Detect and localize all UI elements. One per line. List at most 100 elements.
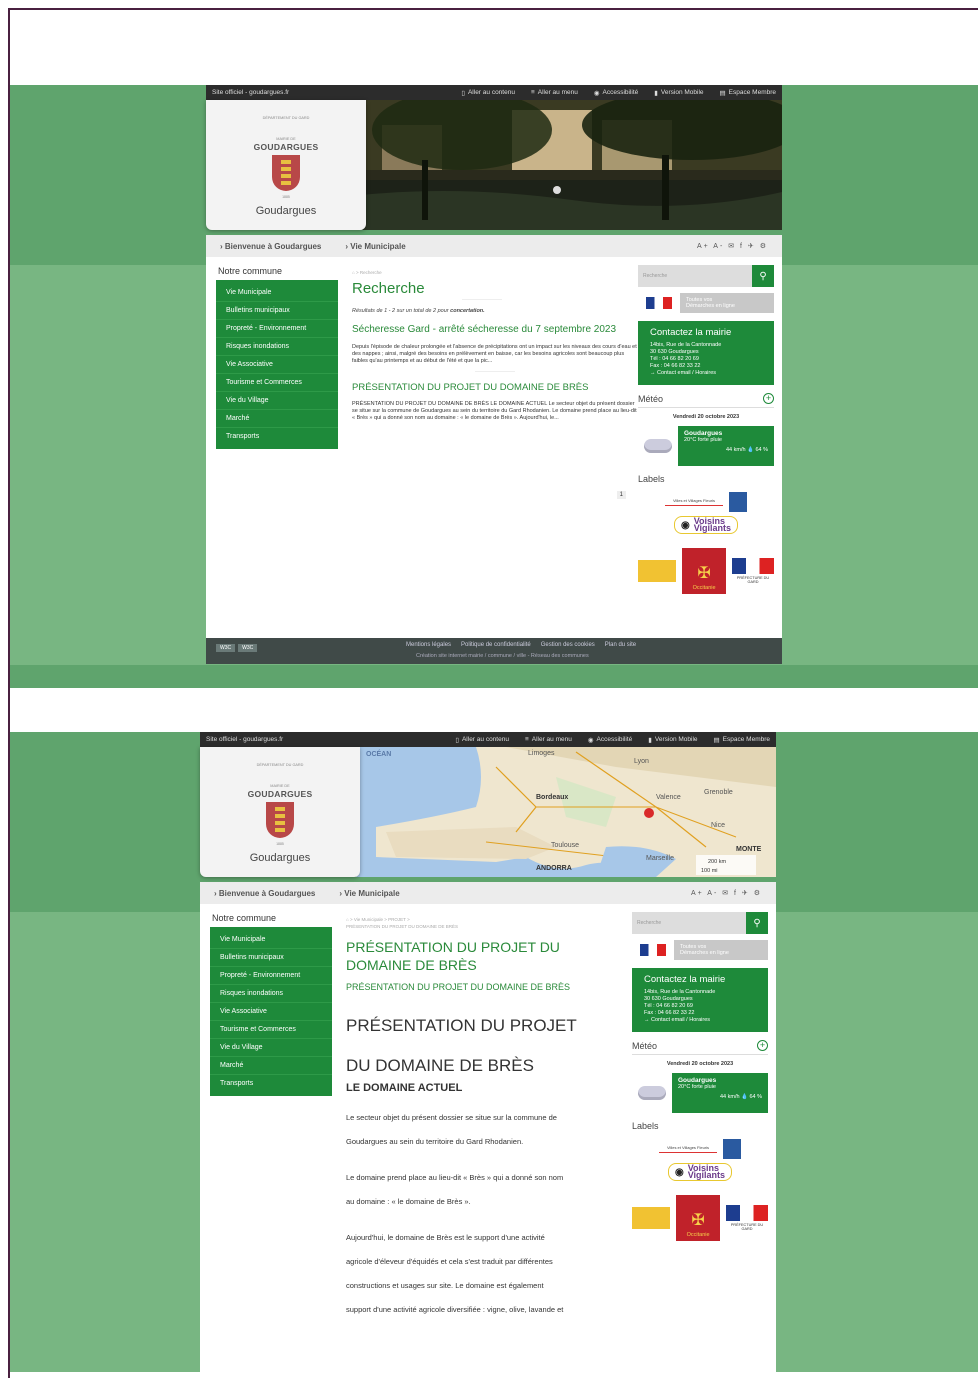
skip-menu-link[interactable]: ≡ Aller au menu [525, 736, 572, 743]
voisins-vigilants-label[interactable]: ◉ Voisins Vigilants [673, 516, 739, 534]
breadcrumb[interactable]: ⌂ > Recherche [352, 269, 638, 276]
sidebar-item-tourisme[interactable]: Tourisme et Commerces [210, 1021, 332, 1039]
sidebar-item-marche[interactable]: Marché [216, 410, 338, 428]
eye-icon: ◉ [587, 736, 594, 744]
member-area-link[interactable]: ▤ Espace Membre [714, 736, 770, 744]
french-flag-icon [640, 944, 666, 956]
nav-item-municipal[interactable]: › Vie Municipale [339, 889, 399, 898]
sidebar-item-proprete[interactable]: Propreté - Environnement [216, 320, 338, 338]
logo-name: Goudargues [249, 852, 311, 864]
share-tools[interactable]: A+ A- ✉ f ✈ ⚙ [691, 889, 762, 897]
villes-fleuris-label[interactable]: Villes et Villages Fleuris [659, 1145, 717, 1153]
w3c-css-badge[interactable]: W3C [216, 644, 236, 652]
plus-icon[interactable]: + [763, 393, 774, 404]
footer-link-legal[interactable]: Mentions légales [406, 642, 451, 648]
site-logo[interactable]: DÉPARTEMENT DU GARD MAIRIE DE GOUDARGUES… [200, 747, 360, 877]
prefecture-logo[interactable]: PRÉFECTURE DU GARD [732, 558, 774, 584]
sidebar-item-tourisme[interactable]: Tourisme et Commerces [216, 374, 338, 392]
yellow-label-icon[interactable] [638, 560, 677, 582]
map-label-valence: Valence [656, 794, 681, 801]
sidebar-item-bulletins[interactable]: Bulletins municipaux [210, 949, 332, 967]
share-tools[interactable]: A+ A- ✉ f ✈ ⚙ [697, 242, 768, 250]
sidebar-item-bulletins[interactable]: Bulletins municipaux [216, 302, 338, 320]
w3c-xhtml-badge[interactable]: W3C [238, 644, 258, 652]
doc-icon: ▯ [461, 89, 465, 97]
villes-fleuris-label[interactable]: Villes et Villages Fleuris [665, 498, 723, 506]
online-procedures[interactable]: Toutes vos Démarches en ligne [638, 293, 774, 313]
sidebar-item-proprete[interactable]: Propreté - Environnement [210, 967, 332, 985]
search-button[interactable]: ⚲ [752, 265, 774, 287]
accessibility-link[interactable]: ◉ Accessibilité [594, 89, 638, 97]
skip-content-link[interactable]: ▯ Aller au contenu [455, 736, 509, 744]
vigil-word-2: Vigilants [687, 1170, 726, 1180]
header-photo [362, 100, 782, 230]
nav-item-welcome[interactable]: › Bienvenue à Goudargues [214, 889, 315, 898]
search-input[interactable]: Recherche [632, 912, 746, 934]
plus-icon[interactable]: + [757, 1040, 768, 1051]
nav-item-welcome[interactable]: › Bienvenue à Goudargues [220, 242, 321, 251]
labels-heading: Labels [632, 1121, 659, 1131]
map-scale-km: 200 km [708, 859, 726, 865]
link-label: Version Mobile [660, 89, 704, 96]
map-scale-mi: 100 mi [701, 868, 718, 874]
sidebar-item-marche[interactable]: Marché [210, 1057, 332, 1075]
sidebar-item-vie-village[interactable]: Vie du Village [216, 392, 338, 410]
sidebar-item-vie-associative[interactable]: Vie Associative [216, 356, 338, 374]
site-footer: W3C W3C Mentions légales Politique de con… [206, 638, 782, 664]
coat-of-arms-icon [266, 802, 294, 838]
label-badge-icon[interactable] [729, 492, 747, 512]
mobile-version-link[interactable]: ▮ Version Mobile [654, 89, 703, 97]
voisins-vigilants-label[interactable]: ◉ Voisins Vigilants [667, 1163, 733, 1181]
meteo-header: Météo + [632, 1040, 768, 1055]
contact-email-link[interactable]: → Contact email / Horaires [644, 1017, 756, 1024]
pagination-page[interactable]: 1 [616, 491, 626, 499]
results-prefix: Résultats de 1 - 2 sur un total de 2 pou… [352, 308, 449, 314]
search-input[interactable]: Recherche [638, 265, 752, 287]
footer-link-cookies[interactable]: Gestion des cookies [541, 642, 595, 648]
map-label-toulouse: Toulouse [551, 842, 579, 849]
map-label-nice: Nice [711, 822, 725, 829]
sidebar-item-vie-municipale[interactable]: Vie Municipale [210, 931, 332, 949]
site-logo[interactable]: DÉPARTEMENT DU GARD MAIRIE DE GOUDARGUES… [206, 100, 366, 230]
article-heading-line-2: DU DOMAINE DE BRÈS [346, 1056, 534, 1075]
sidebar-item-vie-associative[interactable]: Vie Associative [210, 1003, 332, 1021]
sidebar-item-risques[interactable]: Risques inondations [216, 338, 338, 356]
nav-item-municipal[interactable]: › Vie Municipale [345, 242, 405, 251]
prefecture-logo[interactable]: PRÉFECTURE DU GARD [726, 1205, 768, 1231]
procedures-line-2: Démarches en ligne [680, 950, 729, 956]
main-column: ⌂ > Vie Municipale > PROJET > PRÉSENTATI… [346, 916, 626, 1322]
footer-link-privacy[interactable]: Politique de confidentialité [461, 642, 531, 648]
right-sidebar: Recherche ⚲ Toutes vos Démarches en ligne… [638, 265, 774, 594]
meteo-desc: 20°C forte pluie [678, 1084, 716, 1090]
top-bar: Site officiel - goudargues.fr ▯ Aller au … [206, 85, 782, 100]
accessibility-link[interactable]: ◉ Accessibilité [588, 736, 632, 744]
sidebar-item-transports[interactable]: Transports [216, 428, 338, 445]
skip-content-link[interactable]: ▯ Aller au contenu [461, 89, 515, 97]
contact-phone: Tél : 04 66 82 20 69 [650, 356, 699, 362]
meteo-box: Goudargues 20°C forte pluie 44 km/h 💧 64… [672, 1073, 768, 1113]
result-2-text: PRÉSENTATION DU PROJET DU DOMAINE DE BRÈ… [352, 401, 637, 421]
sidebar-item-vie-village[interactable]: Vie du Village [210, 1039, 332, 1057]
procedures-box: Toutes vos Démarches en ligne [674, 940, 768, 960]
breadcrumb[interactable]: ⌂ > Vie Municipale > PROJET > [346, 916, 626, 923]
contact-email-link[interactable]: → Contact email / Horaires [650, 370, 762, 377]
label-badge-icon[interactable] [723, 1139, 741, 1159]
occitanie-logo[interactable]: ✠ Occitanie [682, 548, 727, 594]
result-1-title[interactable]: Sécheresse Gard - arrêté sécheresse du 7… [352, 324, 638, 336]
result-2-title[interactable]: PRÉSENTATION DU PROJET DU DOMAINE DE BRÈ… [352, 382, 638, 393]
sidebar-item-vie-municipale[interactable]: Vie Municipale [216, 284, 338, 302]
footer-credit[interactable]: Création site internet mairie / commune … [416, 653, 589, 659]
search-button[interactable]: ⚲ [746, 912, 768, 934]
rain-cloud-icon [632, 1075, 672, 1111]
footer-link-sitemap[interactable]: Plan du site [605, 642, 636, 648]
sidebar-item-risques[interactable]: Risques inondations [210, 985, 332, 1003]
labels-row-3: ✠ Occitanie PRÉFECTURE DU GARD [632, 1195, 768, 1241]
member-area-link[interactable]: ▤ Espace Membre [720, 89, 776, 97]
article-section-heading: LE DOMAINE ACTUEL [346, 1082, 463, 1094]
occitanie-logo[interactable]: ✠ Occitanie [676, 1195, 721, 1241]
mobile-version-link[interactable]: ▮ Version Mobile [648, 736, 697, 744]
online-procedures[interactable]: Toutes vos Démarches en ligne [632, 940, 768, 960]
sidebar-item-transports[interactable]: Transports [210, 1075, 332, 1092]
skip-menu-link[interactable]: ≡ Aller au menu [531, 89, 578, 96]
yellow-label-icon[interactable] [632, 1207, 671, 1229]
